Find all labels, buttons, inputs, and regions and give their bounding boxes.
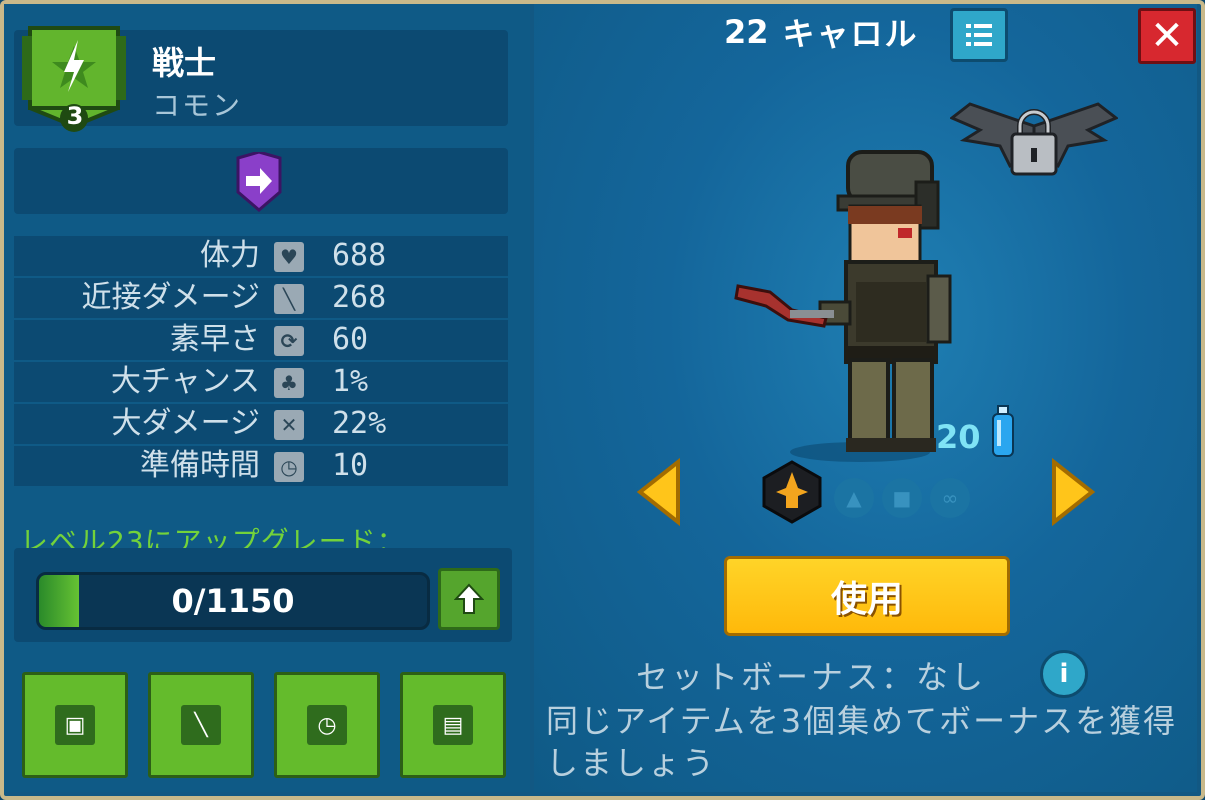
stat-label: 大チャンス bbox=[110, 364, 260, 399]
stat-label: 近接ダメージ bbox=[81, 280, 261, 315]
stat-row-speed: 素早さ ⟳ 60 bbox=[14, 320, 508, 360]
previous-hero-arrow[interactable] bbox=[636, 458, 682, 526]
potion-count: 20 bbox=[936, 418, 981, 456]
stat-row-crit-damage: 大ダメージ ✕ 22% bbox=[14, 404, 508, 444]
equip-slot-armor[interactable]: ▣ bbox=[22, 672, 128, 778]
upgrade-button[interactable] bbox=[438, 568, 500, 630]
list-icon bbox=[966, 24, 992, 46]
stat-value: 60 bbox=[332, 322, 369, 357]
stat-label: 大ダメージ bbox=[111, 406, 261, 441]
locked-wings-icon[interactable] bbox=[950, 96, 1118, 186]
timer-icon: ◷ bbox=[307, 705, 347, 745]
set-bonus-description: 同じアイテムを3個集めてボーナスを獲得しましょう bbox=[546, 702, 1178, 782]
stat-label: 素早さ bbox=[170, 322, 260, 357]
stat-value: 22% bbox=[332, 406, 387, 441]
close-button[interactable]: ✕ bbox=[1138, 8, 1196, 64]
class-rank-number: 3 bbox=[66, 102, 84, 130]
hero-name: キャロル bbox=[782, 15, 919, 53]
set-slot-helmet-icon[interactable]: ■ bbox=[882, 478, 922, 518]
class-name: 戦士 bbox=[152, 44, 217, 82]
hero-level: 22 bbox=[724, 13, 769, 51]
stat-value: 10 bbox=[332, 448, 369, 483]
clover-icon: ♣ bbox=[274, 368, 304, 398]
potion-icon bbox=[992, 405, 1014, 457]
timer-icon: ◷ bbox=[274, 452, 304, 482]
set-item-active-icon[interactable] bbox=[760, 460, 824, 524]
crossed-swords-icon: ✕ bbox=[274, 410, 304, 440]
set-bonus-label: セットボーナス：なし bbox=[636, 658, 987, 696]
arrow-up-icon bbox=[454, 583, 484, 614]
set-slot-tree-icon[interactable]: ▲ bbox=[834, 478, 874, 518]
stat-value: 1% bbox=[332, 364, 369, 399]
next-hero-arrow[interactable] bbox=[1050, 458, 1096, 526]
skill-arrow-icon[interactable] bbox=[234, 152, 284, 212]
book-icon: ▤ bbox=[433, 705, 473, 745]
class-rarity: コモン bbox=[152, 89, 243, 122]
stat-value: 268 bbox=[332, 280, 387, 315]
stat-label: 体力 bbox=[200, 238, 260, 273]
hero-title: 22 キャロル bbox=[724, 10, 919, 54]
info-icon: i bbox=[1059, 659, 1069, 689]
sword-icon: ╲ bbox=[274, 284, 304, 314]
stat-row-crit-chance: 大チャンス ♣ 1% bbox=[14, 362, 508, 402]
heart-icon: ♥ bbox=[274, 242, 304, 272]
info-button[interactable]: i bbox=[1040, 650, 1088, 698]
stat-label: 準備時間 bbox=[140, 448, 260, 483]
speed-icon: ⟳ bbox=[274, 326, 304, 356]
weapon-icon: ╲ bbox=[181, 705, 221, 745]
equip-slot-book[interactable]: ▤ bbox=[400, 672, 506, 778]
stat-value: 688 bbox=[332, 238, 387, 273]
equip-slot-weapon[interactable]: ╲ bbox=[148, 672, 254, 778]
set-slot-chain-icon[interactable]: ∞ bbox=[930, 478, 970, 518]
stat-row-prep-time: 準備時間 ◷ 10 bbox=[14, 446, 508, 486]
stat-row-melee: 近接ダメージ ╲ 268 bbox=[14, 278, 508, 318]
use-button[interactable]: 使用 bbox=[724, 556, 1010, 636]
xp-progress-text: 0/1150 bbox=[171, 582, 295, 620]
stat-row-hp: 体力 ♥ 688 bbox=[14, 236, 508, 276]
xp-progress-bar: 0/1150 bbox=[36, 572, 430, 630]
menu-button[interactable] bbox=[950, 8, 1008, 62]
hero-character-sprite bbox=[734, 150, 952, 462]
armor-icon: ▣ bbox=[55, 705, 95, 745]
close-icon: ✕ bbox=[1150, 13, 1184, 59]
equip-slot-accessory[interactable]: ◷ bbox=[274, 672, 380, 778]
